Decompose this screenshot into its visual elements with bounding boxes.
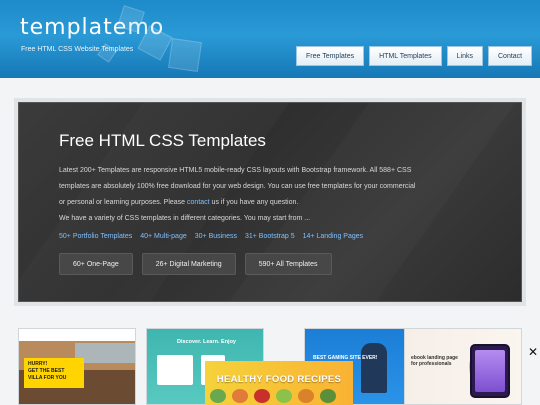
ad-title: HEALTHY FOOD RECIPES: [216, 374, 342, 385]
hero-variety-text: We have a variety of CSS templates in di…: [59, 215, 311, 222]
category-multi-page[interactable]: 40+ Multi-page: [140, 233, 187, 240]
food-image: [276, 389, 292, 403]
category-business[interactable]: 30+ Business: [195, 233, 237, 240]
contact-link[interactable]: contact: [187, 199, 210, 206]
food-image: [320, 389, 336, 403]
ad-villa-text: HURRY! GET THE BEST VILLA FOR YOU: [24, 358, 84, 388]
site-tagline: Free HTML CSS Website Templates: [21, 46, 134, 53]
one-page-button[interactable]: 60+ One-Page: [59, 253, 133, 275]
hero-description: Latest 200+ Templates are responsive HTM…: [59, 163, 419, 211]
ad-phone-screen: [475, 350, 505, 392]
category-landing-pages[interactable]: 14+ Landing Pages: [303, 233, 364, 240]
site-logo[interactable]: templatemo: [20, 15, 164, 40]
main-nav: Free Templates HTML Templates Links Cont…: [296, 46, 533, 66]
nav-free-templates[interactable]: Free Templates: [296, 46, 365, 66]
ad-phone-image: [470, 344, 510, 398]
ad-banner[interactable]: HURRY! GET THE BEST VILLA FOR YOU HEALTH…: [18, 343, 522, 405]
nav-contact[interactable]: Contact: [488, 46, 533, 66]
digital-marketing-button[interactable]: 26+ Digital Marketing: [141, 253, 236, 275]
food-image: [232, 389, 248, 403]
site-header: templatemo Free HTML CSS Website Templat…: [0, 0, 540, 78]
logo-text-mo: mo: [127, 15, 165, 40]
thumbnail-topbar: [19, 329, 135, 341]
hero-buttons: 60+ One-Page 26+ Digital Marketing 590+ …: [59, 253, 332, 275]
hero-title: Free HTML CSS Templates: [59, 131, 266, 150]
ad-close-icon[interactable]: ✕: [527, 345, 539, 359]
food-image: [298, 389, 314, 403]
category-bootstrap-5[interactable]: 31+ Bootstrap 5: [245, 233, 295, 240]
nav-html-templates[interactable]: HTML Templates: [369, 46, 442, 66]
food-image: [210, 389, 226, 403]
category-portfolio[interactable]: 50+ Portfolio Templates: [59, 233, 132, 240]
category-links: 50+ Portfolio Templates 40+ Multi-page 3…: [59, 233, 363, 240]
hero-panel: Free HTML CSS Templates Latest 200+ Temp…: [18, 102, 522, 302]
decorative-square: [168, 38, 202, 72]
logo-text-template: template: [20, 15, 128, 40]
food-image: [254, 389, 270, 403]
all-templates-button[interactable]: 590+ All Templates: [244, 253, 332, 275]
nav-links[interactable]: Links: [446, 46, 483, 66]
hero-description-end: us if you have any question.: [209, 199, 299, 206]
